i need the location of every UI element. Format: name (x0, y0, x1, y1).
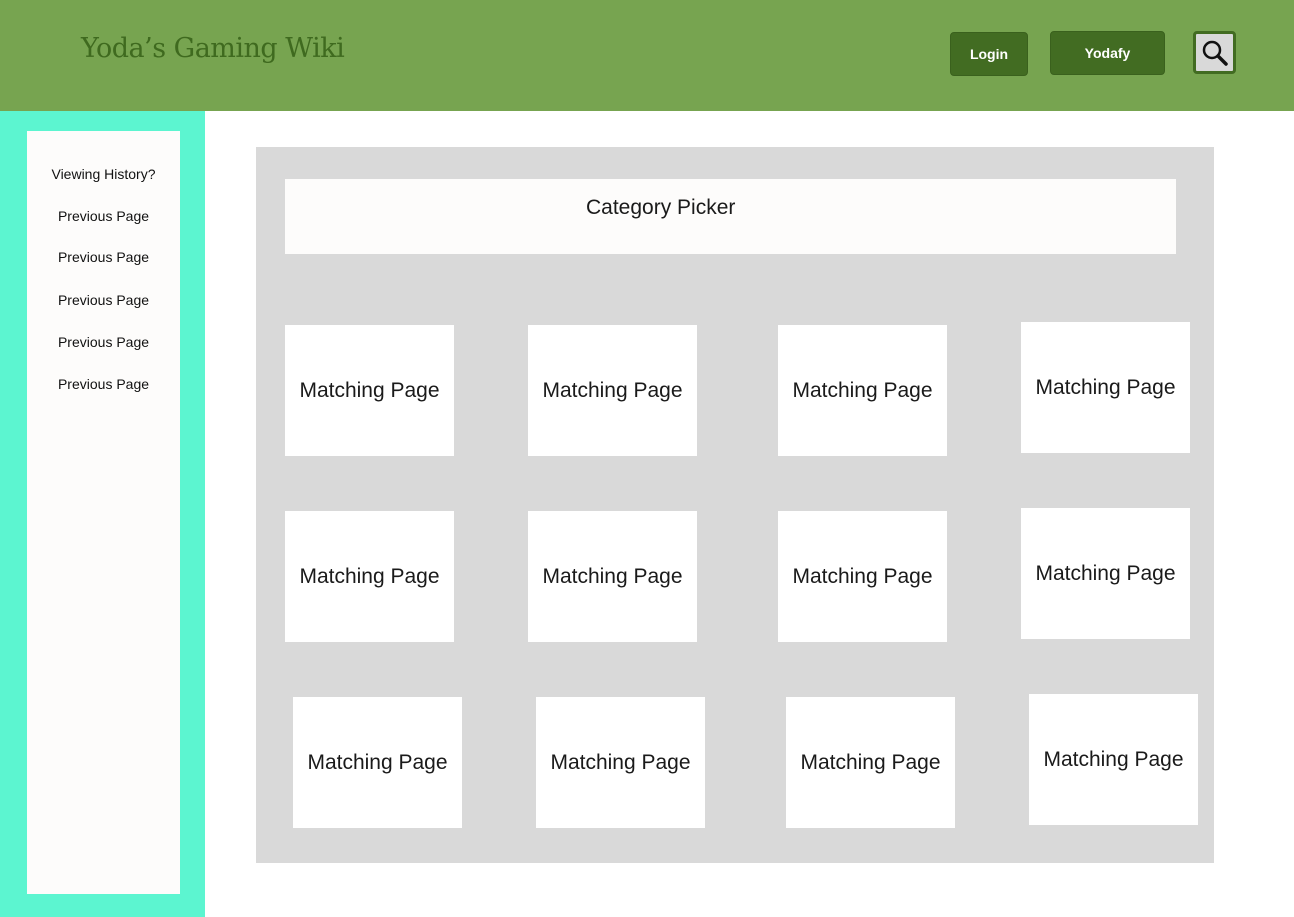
login-button[interactable]: Login (950, 32, 1028, 76)
sidebar: Viewing History? Previous Page Previous … (0, 111, 205, 917)
previous-page-link[interactable]: Previous Page (27, 208, 180, 224)
previous-page-link[interactable]: Previous Page (27, 334, 180, 350)
matching-page-card[interactable]: Matching Page (293, 697, 462, 828)
matching-page-card[interactable]: Matching Page (536, 697, 705, 828)
matching-page-card[interactable]: Matching Page (786, 697, 955, 828)
viewing-history-panel: Viewing History? Previous Page Previous … (27, 131, 180, 894)
previous-page-link[interactable]: Previous Page (27, 249, 180, 265)
viewing-history-heading: Viewing History? (51, 166, 156, 182)
category-picker[interactable]: Category Picker (285, 179, 1176, 254)
previous-page-link[interactable]: Previous Page (27, 376, 180, 392)
yodafy-button[interactable]: Yodafy (1050, 31, 1165, 75)
matching-page-card[interactable]: Matching Page (778, 511, 947, 642)
matching-page-card[interactable]: Matching Page (778, 325, 947, 456)
search-button[interactable] (1193, 31, 1236, 74)
site-title[interactable]: Yoda’s Gaming Wiki (81, 33, 345, 64)
matching-page-card[interactable]: Matching Page (528, 325, 697, 456)
matching-page-card[interactable]: Matching Page (1021, 508, 1190, 639)
matching-page-card[interactable]: Matching Page (1029, 694, 1198, 825)
matching-page-card[interactable]: Matching Page (285, 511, 454, 642)
category-picker-label: Category Picker (586, 196, 736, 219)
matching-page-card[interactable]: Matching Page (1021, 322, 1190, 453)
matching-page-card[interactable]: Matching Page (528, 511, 697, 642)
magnifier-icon (1202, 40, 1228, 66)
header-bar: Yoda’s Gaming Wiki Login Yodafy (0, 0, 1294, 111)
matching-page-card[interactable]: Matching Page (285, 325, 454, 456)
previous-page-link[interactable]: Previous Page (27, 292, 180, 308)
